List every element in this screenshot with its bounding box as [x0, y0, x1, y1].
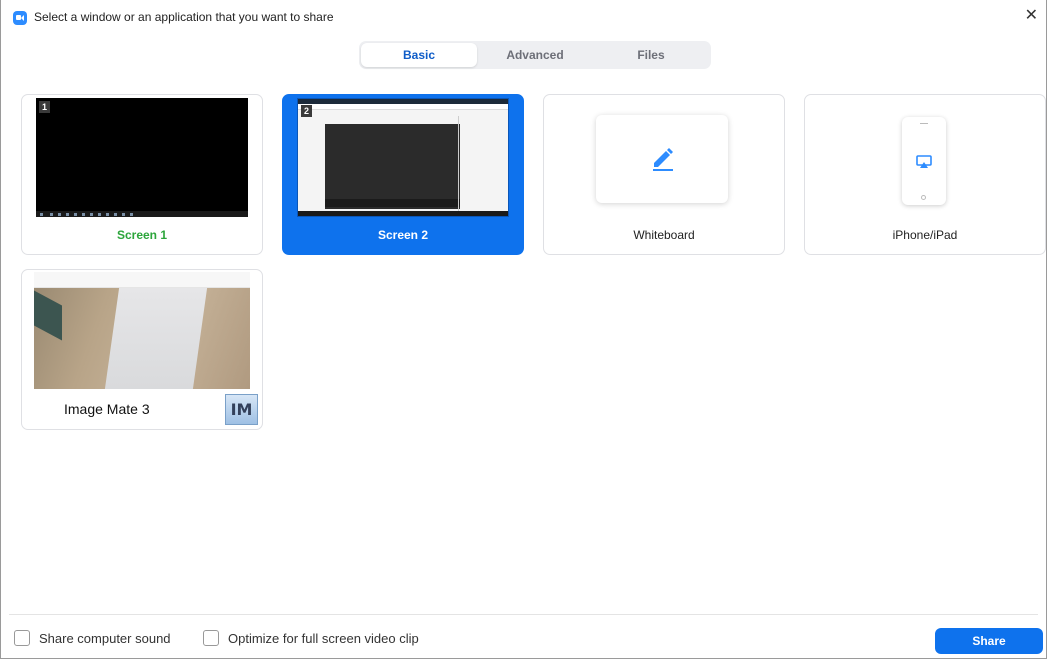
- screen-1-label: Screen 1: [116, 228, 168, 242]
- screen-number-badge: 1: [39, 101, 50, 113]
- share-option-image-mate-3[interactable]: Image Mate 3 IM: [21, 269, 263, 430]
- thumbnail-video-window: [325, 124, 460, 209]
- screen-number-badge: 2: [301, 105, 312, 117]
- screen-2-thumbnail: 2: [297, 98, 509, 217]
- share-sound-checkbox[interactable]: [14, 630, 30, 646]
- iphone-ipad-label: iPhone/iPad: [892, 228, 958, 242]
- share-option-screen-1[interactable]: 1 Screen 1: [21, 94, 263, 255]
- image-mate-label: Image Mate 3: [64, 401, 150, 417]
- footer-divider: [9, 614, 1038, 615]
- share-option-iphone-ipad[interactable]: iPhone/iPad: [804, 94, 1046, 255]
- phone-preview: [902, 117, 946, 205]
- screen-1-thumbnail: 1: [36, 98, 248, 217]
- thumbnail-taskbar: [36, 211, 248, 217]
- title-bar: Select a window or an application that y…: [1, 0, 1047, 34]
- airplay-icon: [916, 155, 932, 168]
- share-tabs: Basic Advanced Files: [359, 41, 711, 69]
- tab-files[interactable]: Files: [593, 43, 709, 67]
- tab-basic[interactable]: Basic: [361, 43, 477, 67]
- optimize-video-label: Optimize for full screen video clip: [228, 630, 419, 646]
- share-sound-option[interactable]: Share computer sound: [14, 630, 171, 646]
- share-option-screen-2[interactable]: 2 Screen 2: [282, 94, 524, 255]
- window-title: Select a window or an application that y…: [34, 10, 334, 24]
- screen-2-label: Screen 2: [377, 228, 429, 242]
- share-sound-label: Share computer sound: [39, 630, 171, 646]
- image-mate-thumbnail: [34, 272, 250, 389]
- image-mate-app-icon: IM: [225, 394, 258, 425]
- tab-advanced[interactable]: Advanced: [477, 43, 593, 67]
- whiteboard-preview: [596, 115, 728, 203]
- close-icon[interactable]: ✕: [1025, 7, 1038, 25]
- zoom-app-icon: [13, 11, 27, 25]
- share-button[interactable]: Share: [935, 628, 1043, 654]
- optimize-video-checkbox[interactable]: [203, 630, 219, 646]
- optimize-video-option[interactable]: Optimize for full screen video clip: [203, 630, 419, 646]
- whiteboard-label: Whiteboard: [633, 228, 695, 242]
- share-option-whiteboard[interactable]: Whiteboard: [543, 94, 785, 255]
- pencil-icon: [653, 148, 673, 171]
